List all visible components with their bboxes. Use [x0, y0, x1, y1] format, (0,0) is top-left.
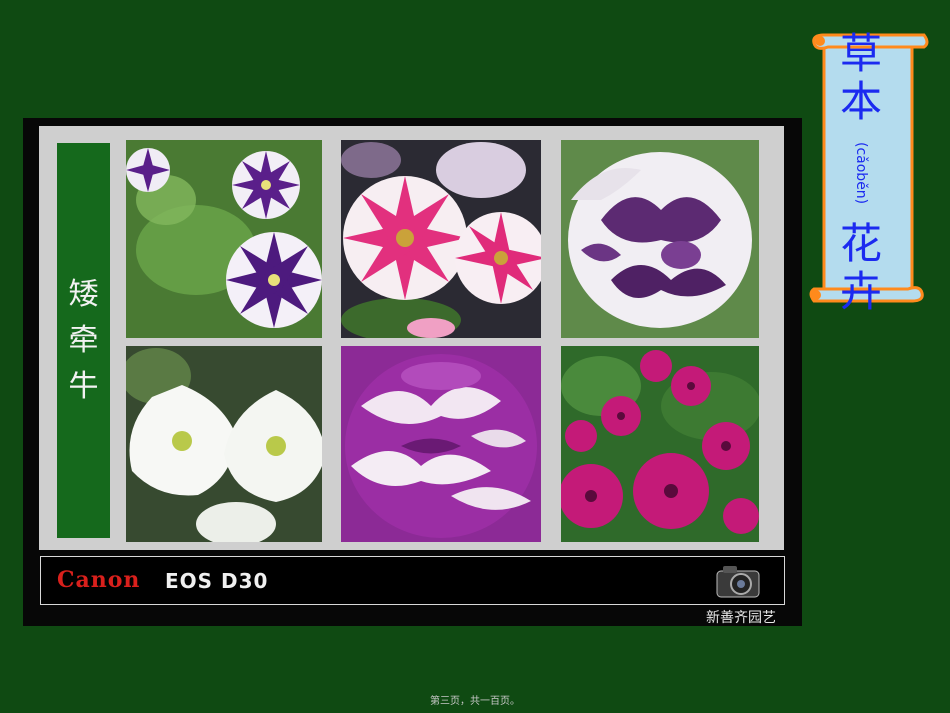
photo-white-petunia: [126, 346, 322, 542]
photo-purple-white-star-petunia: [126, 140, 322, 338]
studio-watermark: 新善齐园艺: [706, 610, 776, 626]
photo-panel: 矮 牵 牛: [39, 126, 784, 550]
photo-frame: 矮 牵 牛 Canon EOS D30 新善齐园艺: [23, 118, 802, 626]
side-label-char-2: 牵: [68, 322, 99, 358]
scroll-pinyin: (cǎoběn): [853, 141, 869, 205]
scroll-char-4: 卉: [839, 267, 882, 316]
photo-ruffled-purple-petunia: [341, 346, 541, 542]
camera-icon: [716, 566, 760, 598]
scroll-char-2: 本: [839, 77, 882, 126]
scroll-char-3: 花: [839, 219, 882, 268]
side-label: 矮 牵 牛: [57, 143, 110, 538]
side-label-char-3: 牛: [68, 368, 99, 404]
scroll-text: 草 本 (cǎoběn) 花 卉: [828, 30, 894, 316]
photo-pink-white-star-petunia: [341, 140, 541, 338]
side-label-char-1: 矮: [68, 276, 99, 312]
photo-ruffled-white-purple-petunia: [561, 140, 759, 338]
camera-caption-bar: Canon EOS D30: [40, 556, 785, 605]
photo-magenta-petunia-bush: [561, 346, 759, 542]
page-footer: 第三页，共一百页。: [430, 696, 520, 707]
camera-model: EOS D30: [165, 569, 269, 593]
scroll-char-1: 草: [839, 29, 882, 78]
camera-brand: Canon: [57, 567, 141, 593]
